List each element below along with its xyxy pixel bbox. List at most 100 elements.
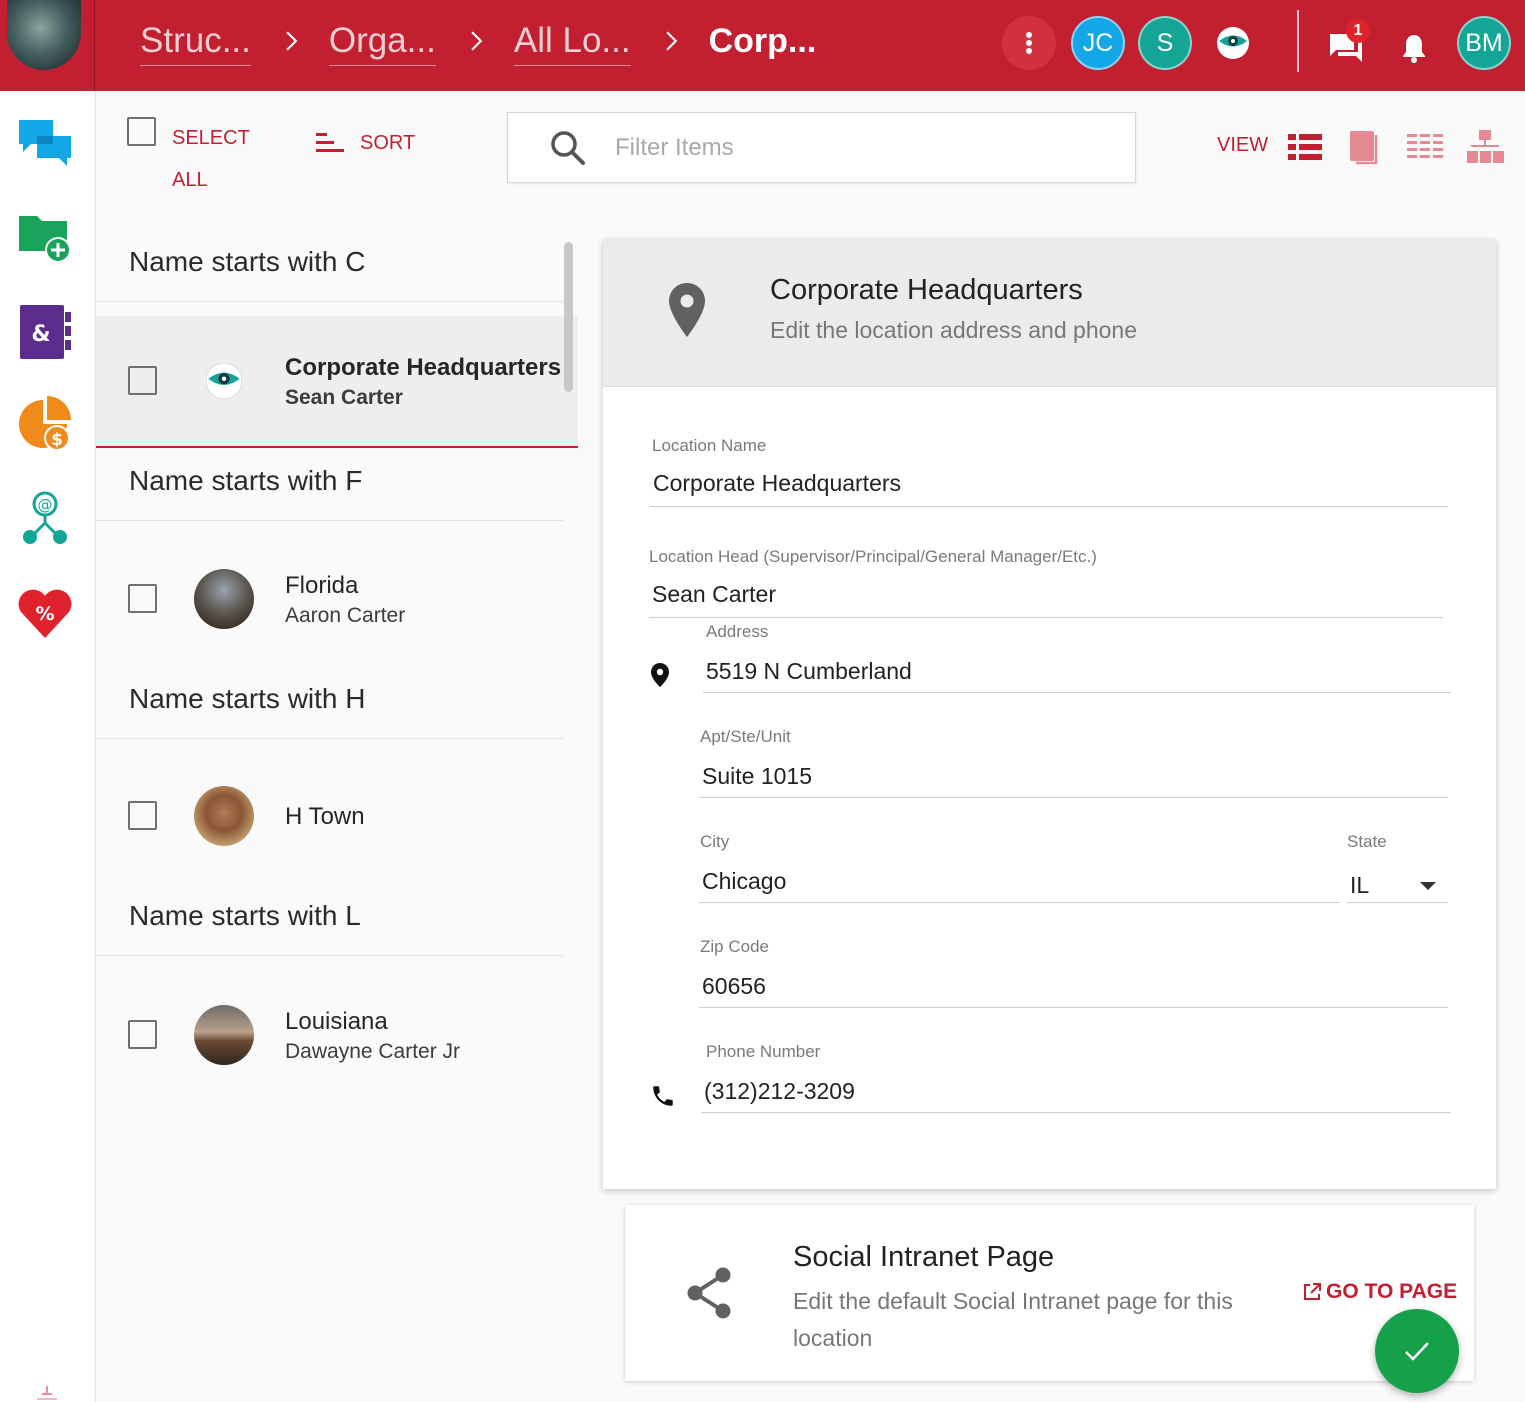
field-label: Address (706, 622, 769, 641)
more-vert-icon (1026, 32, 1032, 54)
zip-field[interactable]: Zip Code 60656 (699, 937, 1448, 1009)
breadcrumb-item-organization[interactable]: Orga... (328, 21, 436, 66)
address-pin-icon (651, 663, 669, 687)
app-logo[interactable] (0, 0, 95, 91)
item-title: Corporate Headquarters (285, 354, 562, 381)
row-checkbox[interactable] (128, 584, 157, 613)
list-item[interactable]: H Town (96, 751, 578, 883)
svg-text:&: & (31, 322, 50, 347)
avatar-jc[interactable]: JC (1071, 16, 1125, 70)
divider (96, 955, 564, 956)
rail-bottom-icon[interactable] (34, 1383, 60, 1402)
field-value: Corporate Headquarters (653, 470, 902, 496)
state-select[interactable]: State IL (1347, 832, 1448, 904)
logo-image (7, 0, 81, 70)
field-label: Zip Code (700, 937, 769, 956)
select-all-checkbox[interactable] (127, 117, 156, 146)
svg-text:$: $ (51, 430, 63, 450)
view-org-chart-button[interactable] (1465, 128, 1505, 166)
chat-bubbles-icon (19, 120, 71, 166)
location-head-field[interactable]: Location Head (Supervisor/Principal/Gene… (649, 547, 1443, 619)
avatar-s[interactable]: S (1138, 16, 1192, 70)
svg-text:@: @ (38, 496, 53, 514)
eye-logo-avatar[interactable] (1206, 16, 1260, 70)
field-value: (312)212-3209 (704, 1078, 855, 1104)
group-heading: Name starts with L (129, 900, 361, 931)
open-in-new-icon (1304, 1283, 1321, 1300)
field-value: Suite 1015 (702, 763, 812, 789)
field-underline (650, 506, 1448, 507)
list-item[interactable]: Corporate Headquarters Sean Carter (96, 316, 578, 448)
rail-item-chat[interactable] (14, 113, 76, 175)
chat-badge: 1 (1346, 19, 1370, 43)
search-icon (551, 131, 585, 165)
bell-icon[interactable] (1399, 32, 1429, 64)
location-name-field[interactable]: Location Name Corporate Headquarters (650, 436, 1448, 508)
rail-item-benefits[interactable]: % (14, 581, 76, 643)
social-intranet-card: Social Intranet Page Edit the default So… (625, 1205, 1474, 1381)
rail-item-directory[interactable]: & (14, 301, 76, 363)
view-label: VIEW (1217, 134, 1269, 156)
rail-item-add-folder[interactable] (14, 205, 76, 267)
item-subtitle: Dawayne Carter Jr (285, 1040, 461, 1063)
field-label: Apt/Ste/Unit (700, 727, 791, 746)
go-to-page-button[interactable]: GO TO PAGE (1303, 1280, 1457, 1304)
field-label: Phone Number (706, 1042, 821, 1061)
field-value: Chicago (702, 868, 787, 894)
phone-field[interactable]: Phone Number (312)212-3209 (701, 1042, 1451, 1114)
card-title: Social Intranet Page (793, 1241, 1055, 1273)
row-checkbox[interactable] (128, 366, 157, 395)
network-email-icon: @ (23, 491, 67, 544)
rail-item-network[interactable]: @ (14, 487, 76, 549)
field-underline (699, 1007, 1448, 1008)
group-heading: Name starts with F (129, 465, 363, 496)
eye-logo-avatar (194, 351, 254, 411)
row-checkbox[interactable] (128, 801, 157, 830)
chevron-right-icon (631, 28, 709, 59)
divider (96, 520, 564, 521)
field-underline (649, 617, 1443, 618)
rail-item-budget[interactable]: $ (14, 393, 76, 455)
card-subtitle: Edit the default Social Intranet page fo… (793, 1288, 1233, 1351)
filter-input[interactable] (615, 129, 1095, 167)
pie-money-icon: $ (19, 396, 71, 451)
divider (96, 301, 564, 302)
field-label: City (700, 832, 730, 851)
select-all-label[interactable]: SELECT ALL (172, 117, 272, 201)
checkbox[interactable] (127, 117, 156, 146)
list-item[interactable]: Florida Aaron Carter (96, 534, 578, 666)
directory-book-icon: & (20, 305, 71, 359)
row-checkbox[interactable] (128, 1020, 157, 1049)
breadcrumb: Struc... Orga... All Lo... Corp... (140, 18, 816, 68)
breadcrumb-item-structure[interactable]: Struc... (140, 21, 251, 66)
avatar (194, 569, 254, 629)
location-pin-icon (669, 283, 705, 337)
toolbar-divider (1297, 10, 1299, 72)
item-title: Louisiana (285, 1008, 388, 1035)
sort-button[interactable]: SORT (316, 130, 415, 156)
view-table-button[interactable] (1405, 128, 1445, 166)
field-value: 5519 N Cumberland (706, 658, 912, 684)
breadcrumb-item-current: Corp... (708, 21, 817, 60)
breadcrumb-item-all-locations[interactable]: All Lo... (513, 21, 631, 66)
user-avatar[interactable]: BM (1457, 16, 1511, 70)
field-value: IL (1350, 872, 1370, 898)
list-scrollbar[interactable] (564, 242, 573, 392)
view-cards-button[interactable] (1345, 128, 1385, 166)
save-fab-button[interactable] (1375, 1309, 1459, 1393)
avatar (194, 1005, 254, 1065)
address-field[interactable]: Address 5519 N Cumberland (703, 622, 1451, 694)
field-label: Location Name (652, 436, 767, 455)
view-table-icon (1407, 134, 1443, 158)
apt-field[interactable]: Apt/Ste/Unit Suite 1015 (699, 727, 1448, 799)
view-list-button[interactable] (1285, 128, 1325, 166)
city-field[interactable]: City Chicago (699, 832, 1340, 904)
field-underline (699, 797, 1448, 798)
list-item[interactable]: Louisiana Dawayne Carter Jr (96, 970, 578, 1102)
chevron-right-icon (436, 28, 514, 59)
avatar (194, 786, 254, 846)
view-cards-icon (1350, 131, 1378, 165)
left-nav-rail: & $ @ % (0, 91, 96, 1402)
more-options-button[interactable] (1002, 16, 1056, 70)
card-header: Corporate Headquarters Edit the location… (603, 239, 1496, 387)
